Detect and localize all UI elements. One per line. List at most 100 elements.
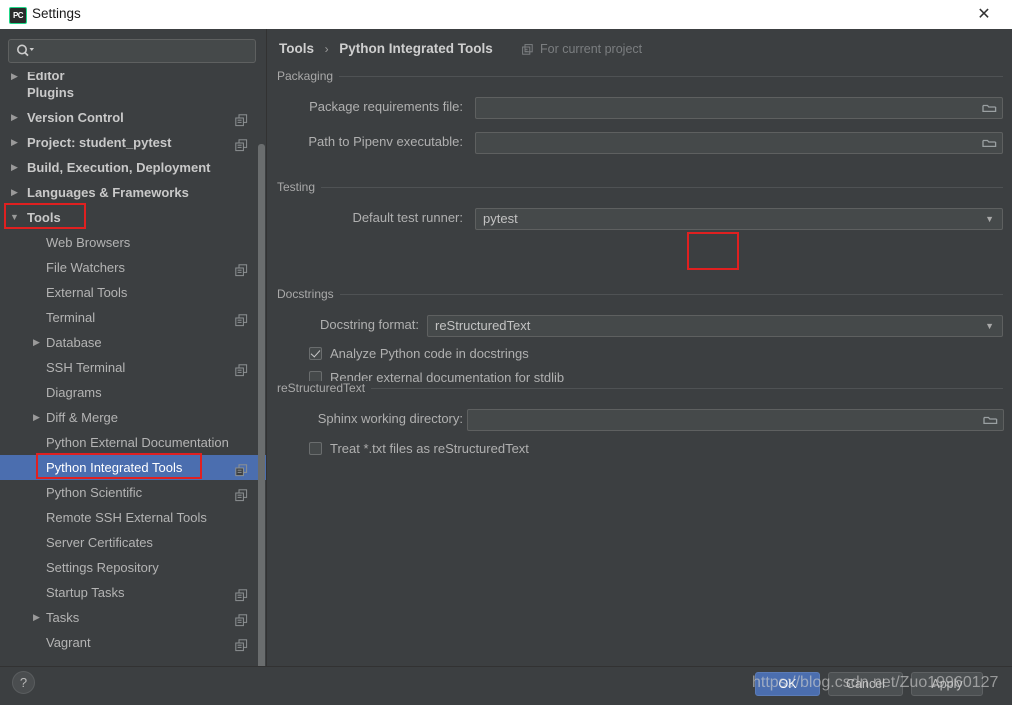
sidebar-item-web-browsers[interactable]: Web Browsers: [0, 230, 266, 255]
sidebar-item-build-execution-deployment[interactable]: ▶ Build, Execution, Deployment: [0, 155, 266, 180]
chevron-down-icon[interactable]: ▼: [985, 209, 994, 229]
docstring-format-value: reStructuredText: [435, 318, 531, 333]
pipenv-path-input[interactable]: [475, 132, 1003, 154]
watermark-text: https://blog.csdn.net/Zuo19960127: [752, 674, 999, 691]
copy-settings-icon[interactable]: [235, 135, 248, 152]
sphinx-working-dir-input[interactable]: [467, 409, 1004, 431]
sidebar-item-vagrant[interactable]: Vagrant: [0, 630, 266, 655]
chevron-right-icon[interactable]: ▶: [8, 155, 21, 180]
sidebar-item-server-certificates[interactable]: Server Certificates: [0, 530, 266, 555]
sidebar-item-label: Version Control: [27, 110, 124, 125]
settings-content: Tools › Python Integrated Tools For curr…: [267, 29, 1012, 666]
window-titlebar: PC Settings ✕: [0, 0, 1012, 30]
copy-settings-icon[interactable]: [235, 610, 248, 627]
breadcrumb-current: Python Integrated Tools: [339, 41, 493, 56]
copy-settings-icon[interactable]: [235, 310, 248, 327]
copy-settings-icon[interactable]: [235, 460, 248, 477]
sidebar-item-languages-frameworks[interactable]: ▶ Languages & Frameworks: [0, 180, 266, 205]
section-testing-header: Testing: [277, 180, 1003, 194]
sidebar-item-startup-tasks[interactable]: Startup Tasks: [0, 580, 266, 605]
section-divider: [277, 388, 1003, 389]
breadcrumb-parent[interactable]: Tools: [279, 41, 314, 56]
search-box[interactable]: [8, 39, 256, 63]
chevron-right-icon[interactable]: ▶: [8, 130, 21, 155]
chevron-down-icon[interactable]: ▼: [8, 205, 21, 230]
section-divider: [277, 294, 1003, 295]
breadcrumb-separator-icon: ›: [324, 42, 329, 56]
copy-settings-icon[interactable]: [235, 585, 248, 602]
sidebar-item-tools[interactable]: ▼ Tools: [0, 205, 266, 230]
section-packaging-title: Packaging: [277, 69, 340, 83]
search-input[interactable]: [39, 42, 251, 62]
copy-settings-icon[interactable]: [235, 635, 248, 652]
treat-txt-as-rst-checkbox[interactable]: [309, 442, 322, 455]
sidebar-item-label: Python Integrated Tools: [46, 460, 183, 475]
chevron-right-icon[interactable]: ▶: [30, 605, 43, 630]
project-scope-label: For current project: [540, 42, 643, 56]
default-test-runner-value: pytest: [483, 211, 518, 226]
sidebar-item-label: Diagrams: [46, 385, 102, 400]
sidebar-scrollbar[interactable]: [258, 144, 265, 666]
sidebar-item-terminal[interactable]: Terminal: [0, 305, 266, 330]
chevron-down-icon[interactable]: ▼: [985, 316, 994, 336]
sidebar-item-label: Database: [46, 335, 102, 350]
sphinx-working-dir-label: Sphinx working directory:: [317, 411, 463, 426]
chevron-right-icon[interactable]: ▶: [30, 405, 43, 430]
settings-tree[interactable]: ▶ Editor Plugins ▶ Version Control ▶ Project: …: [0, 72, 266, 666]
sidebar-item-editor[interactable]: ▶ Editor: [0, 72, 266, 80]
sidebar-item-python-integrated-tools[interactable]: Python Integrated Tools: [0, 455, 266, 480]
copy-settings-icon[interactable]: [235, 110, 248, 127]
sidebar-item-external-tools[interactable]: External Tools: [0, 280, 266, 305]
sidebar-item-diff-merge[interactable]: ▶ Diff & Merge: [0, 405, 266, 430]
sidebar-item-settings-repository[interactable]: Settings Repository: [0, 555, 266, 580]
project-scope-icon: [522, 41, 536, 61]
folder-icon[interactable]: [983, 414, 998, 427]
sidebar-item-diagrams[interactable]: Diagrams: [0, 380, 266, 405]
chevron-right-icon[interactable]: ▶: [8, 72, 21, 80]
settings-sidebar: ▶ Editor Plugins ▶ Version Control ▶ Project: …: [0, 29, 267, 666]
sidebar-item-label: Web Browsers: [46, 235, 131, 250]
copy-settings-icon[interactable]: [235, 485, 248, 502]
sidebar-item-file-watchers[interactable]: File Watchers: [0, 255, 266, 280]
close-icon[interactable]: ✕: [962, 0, 1006, 29]
help-button[interactable]: ?: [12, 671, 35, 694]
docstring-format-label: Docstring format:: [320, 317, 419, 332]
sidebar-item-version-control[interactable]: ▶ Version Control: [0, 105, 266, 130]
sidebar-item-database[interactable]: ▶ Database: [0, 330, 266, 355]
analyze-python-code-checkbox[interactable]: [309, 347, 322, 360]
sidebar-item-tasks[interactable]: ▶ Tasks: [0, 605, 266, 630]
sidebar-item-label: SSH Terminal: [46, 360, 126, 375]
sidebar-item-label: Languages & Frameworks: [27, 185, 189, 200]
package-requirements-input[interactable]: [475, 97, 1003, 119]
copy-settings-icon[interactable]: [235, 260, 248, 277]
sidebar-item-python-external-documentation[interactable]: Python External Documentation: [0, 430, 266, 455]
project-scope: For current project: [522, 39, 642, 59]
folder-icon[interactable]: [982, 102, 997, 115]
treat-txt-as-rst-label: Treat *.txt files as reStructuredText: [330, 441, 529, 456]
sidebar-item-python-scientific[interactable]: Python Scientific: [0, 480, 266, 505]
section-docstrings: Docstrings Docstring format: reStructure…: [277, 287, 1003, 385]
section-testing-title: Testing: [277, 180, 322, 194]
sidebar-item-label: File Watchers: [46, 260, 125, 275]
chevron-right-icon[interactable]: ▶: [30, 330, 43, 355]
sidebar-item-label: Tasks: [46, 610, 80, 625]
chevron-right-icon[interactable]: ▶: [8, 105, 21, 130]
sidebar-item-remote-ssh-external-tools[interactable]: Remote SSH External Tools: [0, 505, 266, 530]
default-test-runner-label: Default test runner:: [352, 210, 463, 225]
copy-settings-icon[interactable]: [235, 360, 248, 377]
section-restructuredtext-title: reStructuredText: [277, 381, 372, 395]
sidebar-item-label: Remote SSH External Tools: [46, 510, 207, 525]
sidebar-item-label: Server Certificates: [46, 535, 153, 550]
sidebar-item-label: Plugins: [27, 85, 74, 100]
folder-icon[interactable]: [982, 137, 997, 150]
sidebar-item-ssh-terminal[interactable]: SSH Terminal: [0, 355, 266, 380]
docstring-format-select[interactable]: reStructuredText ▼: [427, 315, 1003, 337]
section-packaging-header: Packaging: [277, 69, 1003, 83]
sidebar-item-label: Python Scientific: [46, 485, 143, 500]
sidebar-item-project-student-pytest[interactable]: ▶ Project: student_pytest: [0, 130, 266, 155]
sidebar-item-label: Python External Documentation: [46, 435, 229, 450]
chevron-right-icon[interactable]: ▶: [8, 180, 21, 205]
default-test-runner-select[interactable]: pytest ▼: [475, 208, 1003, 230]
sidebar-item-label: Startup Tasks: [46, 585, 125, 600]
sidebar-item-plugins[interactable]: Plugins: [0, 80, 266, 105]
